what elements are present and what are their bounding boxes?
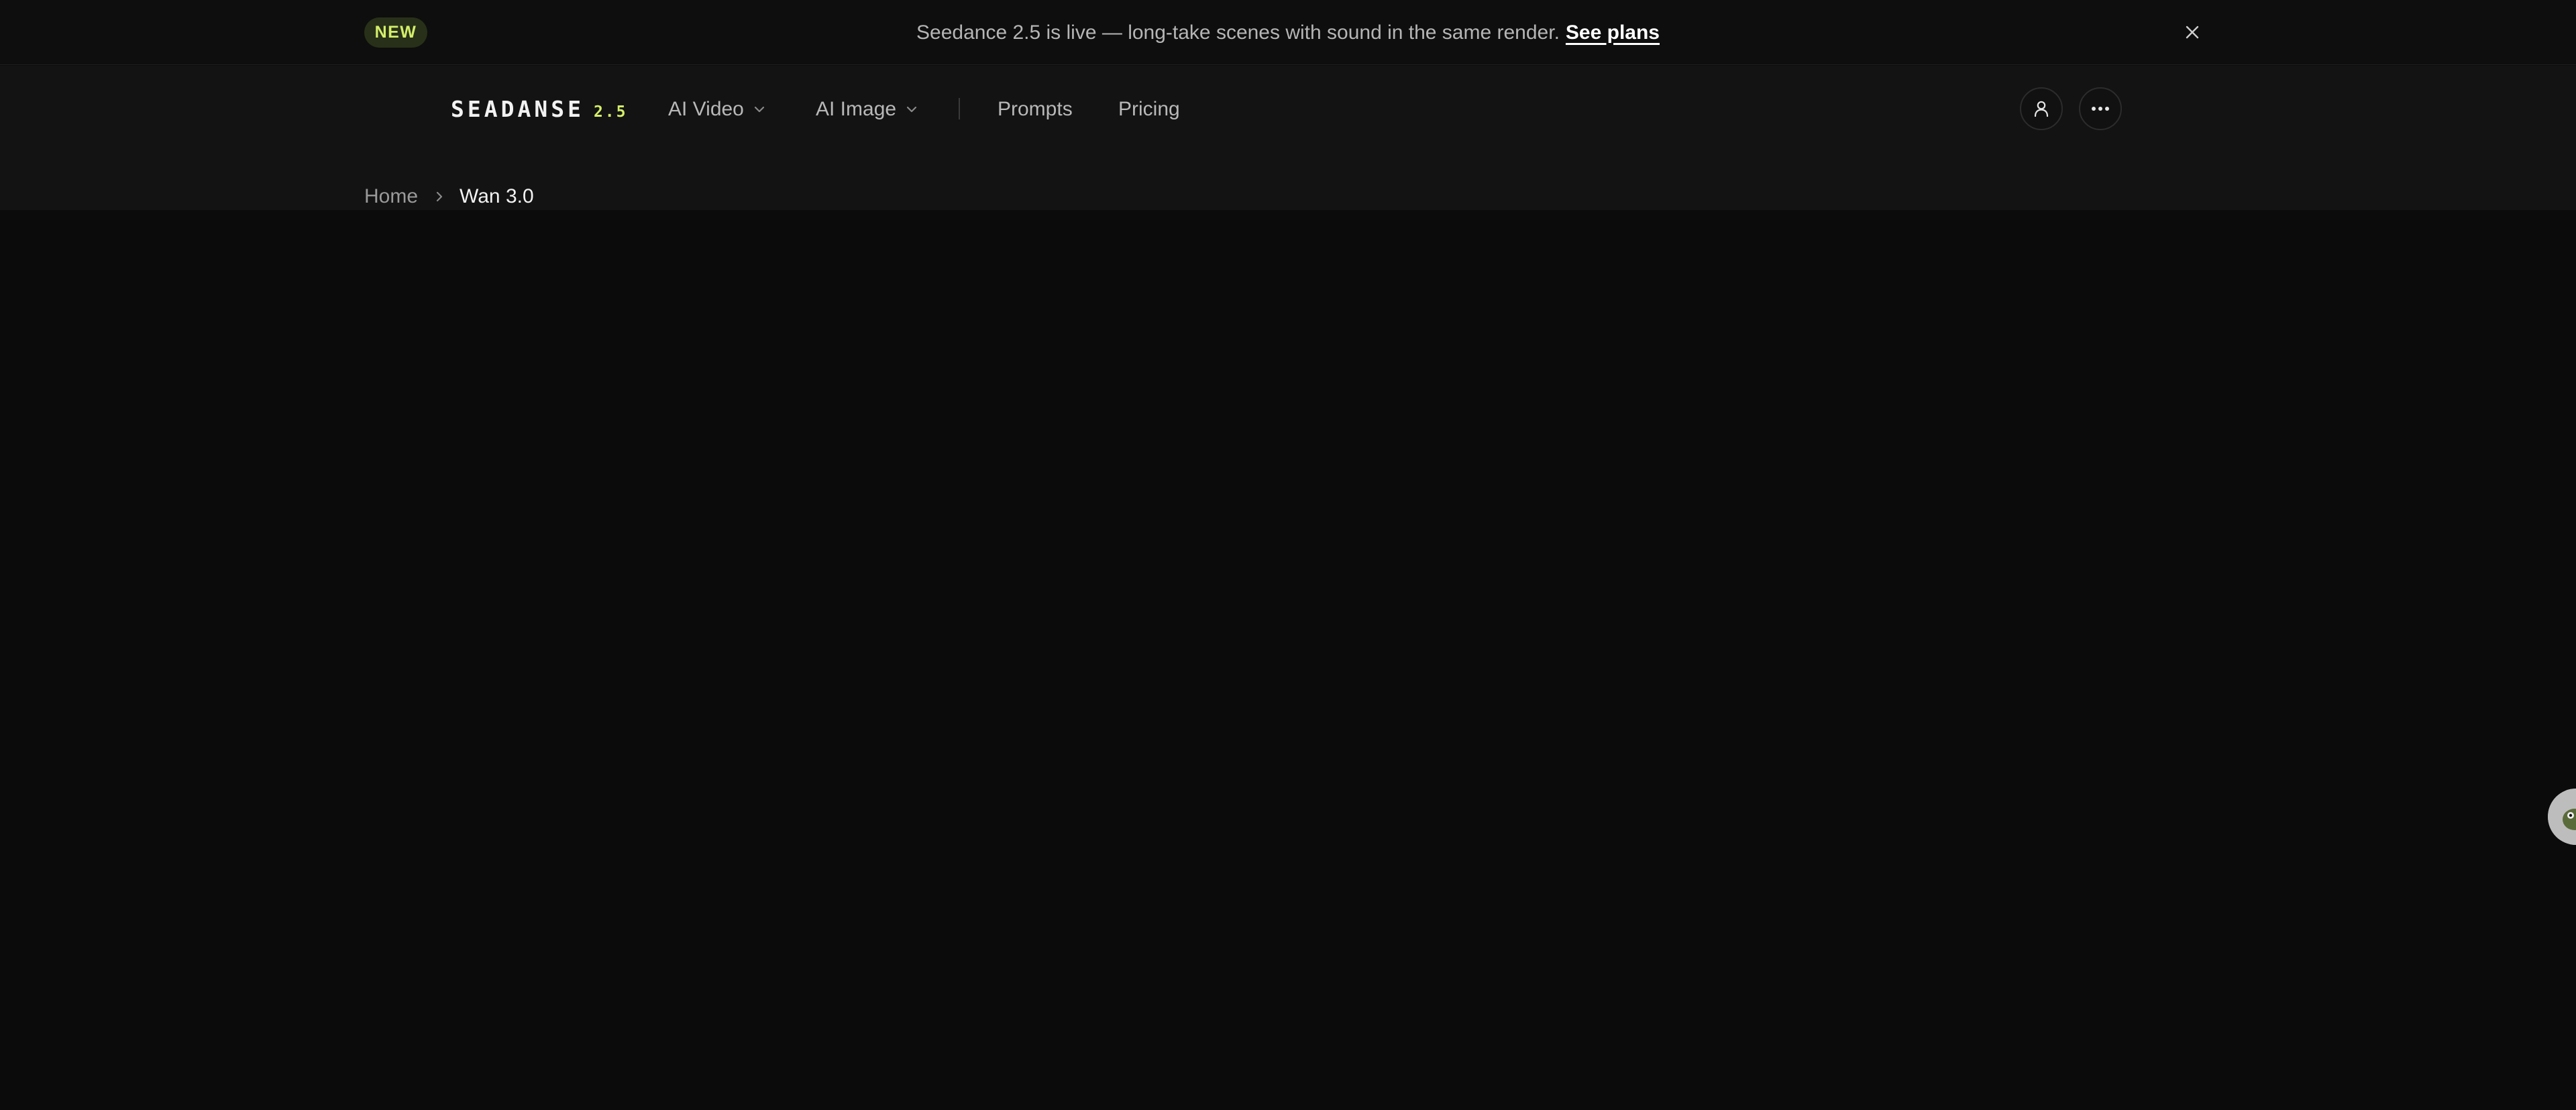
nav-prompts[interactable]: Prompts [998, 93, 1073, 126]
nav-pricing-label: Pricing [1118, 98, 1180, 120]
breadcrumb-home[interactable]: Home [364, 185, 418, 208]
chevron-down-icon [906, 106, 917, 113]
nav-ai-image-label: AI Image [816, 98, 897, 120]
chevron-right-icon [435, 191, 443, 203]
nav-ai-video-label: AI Video [668, 98, 744, 120]
breadcrumb-current: Wan 3.0 [460, 185, 534, 207]
logo-version: 2.5 [593, 103, 628, 121]
chat-assistant-icon [2548, 789, 2576, 845]
nav-divider [959, 98, 960, 119]
breadcrumb: Home Wan 3.0 [364, 183, 534, 210]
nav-ai-video[interactable]: AI Video [668, 93, 765, 126]
nav-pricing[interactable]: Pricing [1118, 93, 1180, 126]
site-logo[interactable]: SEADANSE 2.5 [451, 96, 628, 130]
nav-ai-image[interactable]: AI Image [816, 93, 918, 126]
logo-text: SEADANSE [451, 96, 584, 122]
see-plans-link[interactable]: See plans [1566, 21, 1660, 44]
user-icon [2034, 101, 2049, 117]
chat-assistant-button[interactable] [2548, 789, 2576, 845]
nav-prompts-label: Prompts [998, 98, 1073, 120]
more-icon [2092, 107, 2109, 111]
chevron-down-icon [754, 106, 764, 113]
announcement-message: Seedance 2.5 is live — long-take scenes … [916, 21, 1560, 44]
account-button[interactable] [2020, 87, 2063, 130]
top-navbar: SEADANSE 2.5 AI Video AI Image Prompts P… [0, 66, 2576, 210]
more-options-button[interactable] [2079, 87, 2122, 130]
announcement-bar: NEW Seedance 2.5 is live — long-take sce… [0, 0, 2576, 65]
close-icon[interactable] [2179, 19, 2206, 46]
